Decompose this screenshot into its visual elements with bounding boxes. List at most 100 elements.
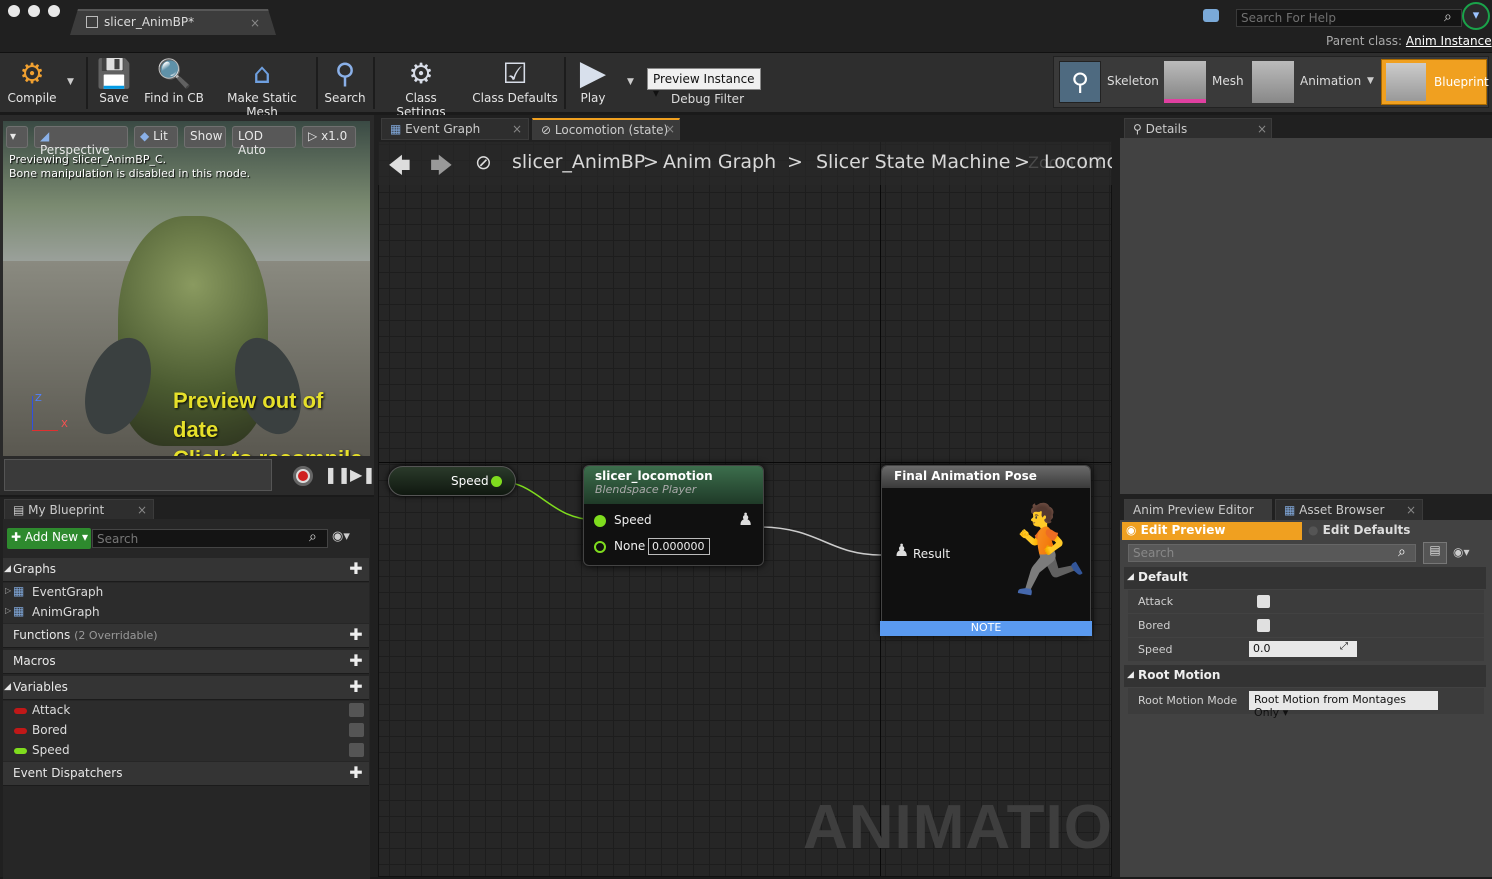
make-static-mesh-button[interactable]: ⌂ Make Static Mesh xyxy=(212,55,312,120)
compile-options-chevron-icon[interactable]: ▼ xyxy=(67,77,74,87)
animation-thumbnail[interactable] xyxy=(1252,61,1294,103)
parent-class-link[interactable]: Anim Instance xyxy=(1406,34,1492,48)
visibility-toggle-icon[interactable] xyxy=(349,743,364,757)
close-tab-icon[interactable]: × xyxy=(512,122,522,136)
tab-event-graph[interactable]: ▦ Event Graph × xyxy=(381,118,529,140)
forward-arrow-icon[interactable]: 🡆 xyxy=(430,149,453,187)
mesh-thumbnail[interactable] xyxy=(1164,61,1206,103)
find-in-cb-button[interactable]: 🔍 Find in CB xyxy=(142,55,206,111)
skeleton-thumbnail[interactable]: ⚲ xyxy=(1059,61,1101,103)
my-blueprint-tab[interactable]: ▤ My Blueprint × xyxy=(4,499,154,521)
pose-output-pin-icon[interactable]: ♟ xyxy=(738,510,753,530)
tab-asset-browser[interactable]: ▦ Asset Browser × xyxy=(1275,499,1423,521)
search-button[interactable]: ⚲ Search xyxy=(322,55,368,111)
graph-item-animgraph[interactable]: ▷ ▦ AnimGraph xyxy=(3,603,369,623)
search-help-input[interactable]: Search For Help xyxy=(1236,9,1462,27)
visibility-toggle-icon[interactable] xyxy=(349,703,364,717)
source-control-icon[interactable]: ▾ xyxy=(1462,2,1490,30)
root-motion-section-header[interactable]: ◢ Root Motion xyxy=(1124,665,1486,687)
blendspace-player-node[interactable]: slicer_locomotion Blendspace Player Spee… xyxy=(583,465,764,566)
visibility-eye-icon[interactable]: ◉▾ xyxy=(332,529,350,544)
play-options-chevron-icon[interactable]: ▼ xyxy=(627,77,634,87)
mesh-mode-button[interactable]: Mesh xyxy=(1212,74,1244,88)
output-pin-icon[interactable] xyxy=(491,476,502,487)
variable-item-bored[interactable]: Bored xyxy=(3,721,369,741)
add-variable-icon[interactable]: ✚ xyxy=(349,679,363,695)
compile-button[interactable]: ⚙ Compile xyxy=(4,55,60,111)
breadcrumb-anim-graph[interactable]: Anim Graph xyxy=(663,151,776,173)
input-pin-icon[interactable] xyxy=(594,515,606,527)
tab-locomotion[interactable]: ⊘ Locomotion (state) × xyxy=(532,118,680,140)
maximize-window-button[interactable] xyxy=(48,5,60,17)
recompile-warning[interactable]: Preview out of date Click to recompile xyxy=(173,386,370,456)
add-function-icon[interactable]: ✚ xyxy=(349,627,363,643)
macros-section[interactable]: Macros ✚ xyxy=(3,650,369,674)
tab-anim-preview-editor[interactable]: Anim Preview Editor xyxy=(1124,499,1272,521)
minimize-window-button[interactable] xyxy=(28,5,40,17)
skeleton-mode-button[interactable]: Skeleton xyxy=(1107,74,1159,88)
play-button[interactable]: ▶ Play xyxy=(570,53,616,111)
variable-item-attack[interactable]: Attack xyxy=(3,701,369,721)
attack-checkbox[interactable] xyxy=(1257,595,1270,608)
playback-speed-button[interactable]: ▷ x1.0 xyxy=(302,126,356,148)
edit-defaults-tab[interactable]: ● Edit Defaults xyxy=(1308,523,1410,537)
input-pin-icon[interactable] xyxy=(594,541,606,553)
add-dispatcher-icon[interactable]: ✚ xyxy=(349,765,363,781)
property-matrix-icon[interactable]: ▤ xyxy=(1423,542,1447,564)
search-icon[interactable]: ⌕ xyxy=(1444,9,1452,25)
feedback-icon[interactable] xyxy=(1203,9,1219,22)
record-button[interactable] xyxy=(293,466,313,486)
lit-button[interactable]: ◆ Lit xyxy=(134,126,178,148)
close-tab-icon[interactable]: × xyxy=(1406,503,1416,517)
add-macro-icon[interactable]: ✚ xyxy=(349,653,363,669)
animation-mode-button[interactable]: Animation xyxy=(1300,74,1361,88)
my-blueprint-search-input[interactable]: Search xyxy=(92,529,328,548)
lod-button[interactable]: LOD Auto xyxy=(232,126,296,157)
timeline-scrubber[interactable] xyxy=(4,459,272,491)
close-tab-icon[interactable]: × xyxy=(250,16,260,30)
preview-viewport[interactable]: ▾ ◢ Perspective ◆ Lit Show LOD Auto ▷ x1… xyxy=(3,121,370,456)
back-arrow-icon[interactable]: 🡄 xyxy=(388,149,411,187)
perspective-button[interactable]: ◢ Perspective xyxy=(34,126,128,157)
save-button[interactable]: 💾 Save xyxy=(92,55,136,111)
details-tab[interactable]: ⚲ Details × xyxy=(1124,118,1272,140)
document-tab[interactable]: slicer_AnimBP* × xyxy=(70,9,276,35)
anim-preview-search-input[interactable]: Search xyxy=(1128,544,1416,562)
none-value-input[interactable]: 0.000000 xyxy=(648,538,710,555)
preview-instance-dropdown[interactable]: Preview Instance ▾ xyxy=(647,68,761,100)
functions-section[interactable]: Functions (2 Overridable) ✚ xyxy=(3,624,369,648)
edit-preview-tab[interactable]: ◉ Edit Preview xyxy=(1122,522,1302,540)
bored-checkbox[interactable] xyxy=(1257,619,1270,632)
root-motion-mode-dropdown[interactable]: Root Motion from Montages Only ▾ xyxy=(1249,691,1438,719)
event-dispatchers-section[interactable]: Event Dispatchers ✚ xyxy=(3,762,369,786)
step-forward-button[interactable]: ▶❚ xyxy=(350,465,376,484)
add-graph-icon[interactable]: ✚ xyxy=(349,561,363,577)
close-tab-icon[interactable]: × xyxy=(137,503,147,517)
blueprint-mode-button[interactable]: Blueprint xyxy=(1381,59,1489,105)
breadcrumb-state-machine[interactable]: Slicer State Machine xyxy=(816,151,1010,173)
pause-button[interactable]: ❚❚ xyxy=(324,465,351,484)
graph-canvas[interactable]: ANIMATION Speed slicer_locomotion Blends… xyxy=(378,141,1112,877)
search-icon: ⌕ xyxy=(1398,544,1406,560)
breadcrumb-bp[interactable]: slicer_AnimBP xyxy=(512,151,645,173)
search-icon: ⌕ xyxy=(309,529,317,545)
visibility-toggle-icon[interactable] xyxy=(349,723,364,737)
variables-section[interactable]: ◢ Variables ✚ xyxy=(3,676,369,700)
speed-getter-node[interactable]: Speed xyxy=(388,466,516,496)
animation-chevron-icon[interactable]: ▼ xyxy=(1367,76,1374,86)
visibility-eye-icon[interactable]: ◉▾ xyxy=(1453,545,1470,559)
close-tab-icon[interactable]: × xyxy=(665,122,675,136)
show-button[interactable]: Show xyxy=(184,126,226,148)
final-animation-pose-node[interactable]: Final Animation Pose ♟ Result 🏃 NOTE xyxy=(880,465,1099,636)
close-tab-icon[interactable]: × xyxy=(1257,122,1267,136)
graphs-section[interactable]: ◢ Graphs ✚ xyxy=(3,558,369,582)
default-section-header[interactable]: ◢ Default xyxy=(1124,567,1486,589)
class-defaults-button[interactable]: ☑ Class Defaults xyxy=(472,55,558,111)
pose-input-pin-icon[interactable]: ♟ xyxy=(894,541,909,561)
graph-item-eventgraph[interactable]: ▷ ▦ EventGraph xyxy=(3,583,369,603)
class-settings-button[interactable]: ⚙ Class Settings xyxy=(379,55,463,120)
viewport-options-button[interactable]: ▾ xyxy=(6,126,28,148)
close-window-button[interactable] xyxy=(8,5,20,17)
add-new-button[interactable]: ✚ Add New ▾ xyxy=(7,528,91,549)
variable-item-speed[interactable]: Speed xyxy=(3,741,369,761)
